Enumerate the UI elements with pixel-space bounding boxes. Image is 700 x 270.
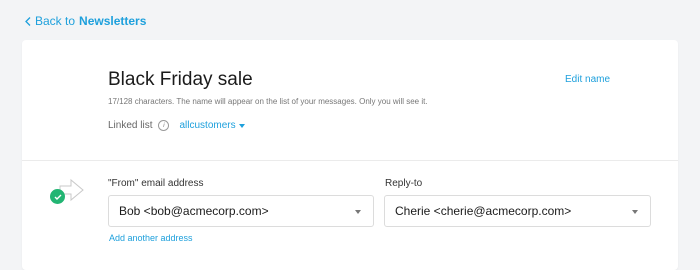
caret-down-icon [355,210,361,214]
caret-down-icon [632,210,638,214]
caret-down-icon [238,123,245,128]
add-another-address-link[interactable]: Add another address [109,233,193,243]
from-address-value: Bob <bob@acmecorp.com> [119,204,269,218]
from-address-label: "From" email address [108,178,204,189]
section-divider [22,160,678,161]
from-address-select[interactable]: Bob <bob@acmecorp.com> [108,195,374,227]
chevron-left-icon [25,16,31,26]
info-icon[interactable]: i [158,120,170,131]
newsletter-settings-card: Black Friday sale Edit name 17/128 chara… [22,40,678,270]
back-link-prefix: Back to [35,14,76,28]
checkmark-icon [50,189,65,204]
edit-name-link[interactable]: Edit name [565,74,610,85]
reply-to-select[interactable]: Cherie <cherie@acmecorp.com> [384,195,651,227]
linked-list-value: allcustomers [179,120,236,131]
back-to-newsletters-link[interactable]: Back to Newsletters [25,14,146,28]
reply-to-value: Cherie <cherie@acmecorp.com> [395,204,572,218]
linked-list-label: Linked list [108,120,153,131]
linked-list-dropdown[interactable]: allcustomers [179,120,245,131]
newsletter-title: Black Friday sale [108,69,253,90]
linked-list-row: Linked list i allcustomers [108,120,245,131]
reply-to-label: Reply-to [385,178,423,189]
name-hint-text: 17/128 characters. The name will appear … [108,97,428,106]
back-link-target: Newsletters [79,14,147,28]
